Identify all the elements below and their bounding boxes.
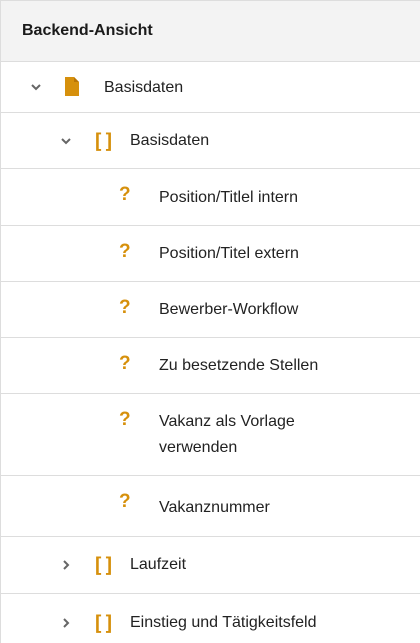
tree-field-item[interactable]: ? Bewerber-Workflow	[1, 282, 420, 338]
tree-node-label: Einstieg und Tätigkeitsfeld	[130, 614, 317, 631]
tree-node-section-basisdaten[interactable]: [] Basisdaten	[1, 113, 420, 169]
question-icon: ?	[119, 297, 131, 318]
tree-field-label-line2: verwenden	[159, 439, 238, 456]
panel-header: Backend-Ansicht	[1, 0, 420, 62]
tree-node-root-basisdaten[interactable]: Basisdaten	[1, 62, 420, 113]
backend-view-panel: Backend-Ansicht Basisdaten [] Basisdaten…	[0, 0, 420, 643]
chevron-right-icon[interactable]	[61, 560, 71, 570]
tree-field-item[interactable]: ? Position/Titel extern	[1, 226, 420, 282]
panel-title: Backend-Ansicht	[22, 22, 153, 39]
question-icon: ?	[119, 409, 131, 430]
tree-field-label: Bewerber-Workflow	[159, 301, 299, 318]
bracket-icon: []	[92, 129, 115, 153]
tree-field-item[interactable]: ? Vakanz als Vorlage verwenden	[1, 394, 420, 476]
question-icon: ?	[119, 491, 131, 512]
chevron-down-icon[interactable]	[61, 136, 71, 146]
tree-field-item[interactable]: ? Position/Titlel intern	[1, 169, 420, 226]
bracket-icon: []	[92, 611, 115, 635]
question-icon: ?	[119, 241, 131, 262]
tree-node-label: Basisdaten	[130, 132, 210, 149]
tree-field-item[interactable]: ? Vakanznummer	[1, 476, 420, 537]
bracket-icon: []	[92, 553, 115, 577]
chevron-right-icon[interactable]	[61, 618, 71, 628]
tree-node-section-laufzeit[interactable]: [] Laufzeit	[1, 537, 420, 594]
tree-field-item[interactable]: ? Zu besetzende Stellen	[1, 338, 420, 394]
chevron-down-icon[interactable]	[31, 82, 41, 92]
tree-field-label-line1: Vakanz als Vorlage	[159, 413, 295, 430]
tree-field-label: Position/Titel extern	[159, 245, 299, 262]
tree-node-label: Basisdaten	[104, 79, 184, 96]
tree-field-label: Zu besetzende Stellen	[159, 357, 319, 374]
tree-field-label: Vakanznummer	[159, 499, 270, 516]
tree-field-label: Position/Titlel intern	[159, 189, 299, 206]
tree-node-label: Laufzeit	[130, 556, 187, 573]
question-icon: ?	[119, 353, 131, 374]
tree-node-section-einstieg[interactable]: [] Einstieg und Tätigkeitsfeld	[1, 594, 420, 643]
question-icon: ?	[119, 184, 131, 205]
document-icon	[65, 77, 79, 96]
